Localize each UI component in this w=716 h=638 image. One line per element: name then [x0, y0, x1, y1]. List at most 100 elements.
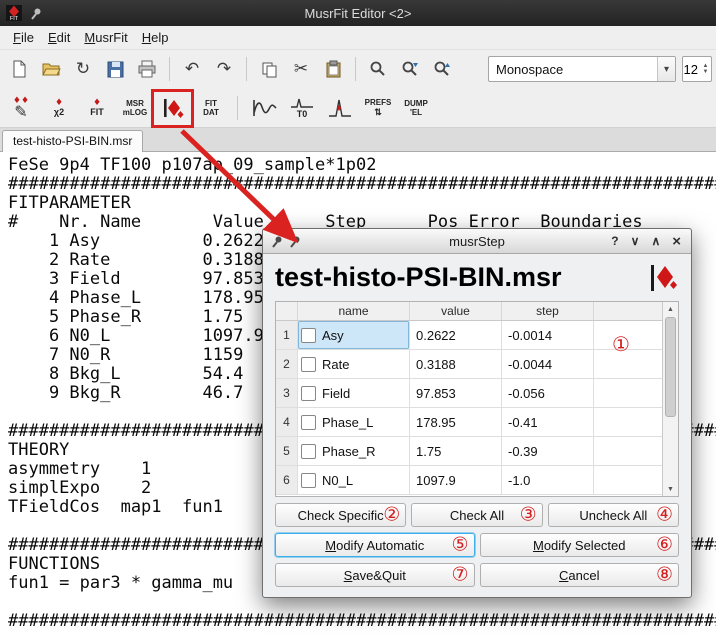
diamond-icon: ♦	[93, 99, 101, 107]
table-row[interactable]: 6N0_L1097.9-1.0	[276, 466, 662, 495]
font-family-combobox[interactable]: Monospace ▾	[488, 56, 676, 82]
dialog-titlebar[interactable]: musrStep ? ∨ ∧ ×	[263, 229, 691, 254]
row-number-cell[interactable]: 3	[276, 379, 298, 407]
editor-line: ########################################…	[8, 612, 716, 631]
header-name[interactable]: name	[298, 302, 410, 320]
header-step[interactable]: step	[502, 302, 594, 320]
row-number-cell[interactable]: 1	[276, 321, 298, 349]
msr2data-button[interactable]: FIT DAT	[194, 90, 228, 126]
pin-icon[interactable]	[288, 235, 301, 248]
modify-automatic-button[interactable]: Modify Automatic ⑤	[275, 533, 475, 557]
checkbox[interactable]	[301, 444, 316, 459]
tab-msr-file[interactable]: test-histo-PSI-BIN.msr	[2, 130, 143, 152]
uncheck-all-button[interactable]: Uncheck All ④	[548, 503, 679, 527]
check-specific-button[interactable]: Check Specific ②	[275, 503, 406, 527]
help-button[interactable]: ?	[611, 235, 618, 247]
find-prev-button[interactable]	[427, 54, 457, 84]
menu-musrfit[interactable]: MusrFit	[77, 27, 134, 48]
scroll-up-icon[interactable]: ▲	[663, 302, 678, 316]
pin-icon[interactable]	[270, 235, 283, 248]
checkbox[interactable]	[301, 415, 316, 430]
open-file-button[interactable]	[36, 54, 66, 84]
msr-editor-button[interactable]: ♦♦ ✎	[4, 90, 38, 126]
copy-button[interactable]	[254, 54, 284, 84]
shade-down-icon[interactable]: ∨	[631, 235, 640, 247]
table-row[interactable]: 3Field97.853-0.056	[276, 379, 662, 408]
param-name-cell[interactable]: Rate	[298, 350, 410, 378]
print-button[interactable]	[132, 54, 162, 84]
chevron-down-icon[interactable]: ▾	[657, 57, 675, 81]
main-toolbar: ↻ ↶ ↷ ✂ Monospace ▾ 12 ▲▼	[0, 50, 716, 88]
header-value[interactable]: value	[410, 302, 502, 320]
param-value-cell[interactable]: 1097.9	[410, 466, 502, 494]
row-number-cell[interactable]: 4	[276, 408, 298, 436]
menu-file[interactable]: File	[6, 27, 41, 48]
param-step-cell[interactable]: -0.0044	[502, 350, 594, 378]
param-name-cell[interactable]: Phase_L	[298, 408, 410, 436]
spin-down-icon[interactable]: ▼	[703, 69, 709, 75]
shade-up-icon[interactable]: ∧	[651, 235, 660, 247]
param-value-cell[interactable]: 97.853	[410, 379, 502, 407]
check-all-button[interactable]: Check All ③	[411, 503, 542, 527]
param-value-cell[interactable]: 1.75	[410, 437, 502, 465]
param-value-cell[interactable]: 0.3188	[410, 350, 502, 378]
table-row[interactable]: 4Phase_L178.95-0.41	[276, 408, 662, 437]
redo-button[interactable]: ↷	[209, 54, 239, 84]
reload-button[interactable]: ↻	[68, 54, 98, 84]
undo-button[interactable]: ↶	[177, 54, 207, 84]
annotation-circle-7: ⑦	[451, 566, 468, 585]
param-step-cell[interactable]: -0.056	[502, 379, 594, 407]
menu-help[interactable]: Help	[135, 27, 176, 48]
chisq-button[interactable]: ♦ χ2	[42, 90, 76, 126]
header-empty	[594, 302, 662, 320]
row-number-cell[interactable]: 6	[276, 466, 298, 494]
param-step-cell[interactable]: -0.0014	[502, 321, 594, 349]
checkbox[interactable]	[301, 357, 316, 372]
save-button[interactable]	[100, 54, 130, 84]
close-icon[interactable]: ×	[672, 234, 681, 249]
paste-button[interactable]	[318, 54, 348, 84]
param-step-cell[interactable]: -1.0	[502, 466, 594, 494]
checkbox[interactable]	[301, 386, 316, 401]
param-name-cell[interactable]: Phase_R	[298, 437, 410, 465]
row-number-cell[interactable]: 2	[276, 350, 298, 378]
row-number-cell[interactable]: 5	[276, 437, 298, 465]
prefs-button[interactable]: PREFS ⇅	[361, 90, 395, 126]
save-quit-button[interactable]: Save&Quit ⑦	[275, 563, 475, 587]
param-value-cell[interactable]: 178.95	[410, 408, 502, 436]
dump-button[interactable]: DUMP 'EL	[399, 90, 433, 126]
table-row[interactable]: 1Asy0.2622-0.0014	[276, 321, 662, 350]
msr2mlog-button[interactable]: MSR mLOG	[118, 90, 152, 126]
table-row[interactable]: 2Rate0.3188-0.0044	[276, 350, 662, 379]
param-name-cell[interactable]: Field	[298, 379, 410, 407]
param-step-cell[interactable]: -0.39	[502, 437, 594, 465]
search-button[interactable]	[363, 54, 393, 84]
checkbox[interactable]	[301, 473, 316, 488]
param-name-cell[interactable]: N0_L	[298, 466, 410, 494]
param-value-cell[interactable]: 0.2622	[410, 321, 502, 349]
new-file-button[interactable]	[4, 54, 34, 84]
font-size-spinbox[interactable]: 12 ▲▼	[682, 56, 712, 82]
param-name-cell[interactable]: Asy	[298, 321, 410, 349]
cancel-button[interactable]: Cancel ⑧	[480, 563, 680, 587]
musrt0-button[interactable]: T0	[285, 90, 319, 126]
scrollbar-thumb[interactable]	[665, 317, 676, 417]
musrview-t0-button[interactable]	[323, 90, 357, 126]
pin-icon[interactable]	[29, 7, 42, 20]
musrstep-button[interactable]	[156, 90, 190, 126]
spin-arrows[interactable]: ▲▼	[700, 63, 711, 75]
checkbox[interactable]	[301, 328, 316, 343]
param-step-cell[interactable]: -0.41	[502, 408, 594, 436]
modify-selected-button[interactable]: Modify Selected ⑥	[480, 533, 680, 557]
param-name-label: Phase_R	[322, 444, 375, 459]
table-scrollbar[interactable]: ▲ ▼	[662, 302, 678, 496]
find-next-button[interactable]	[395, 54, 425, 84]
fit-button[interactable]: ♦ FIT	[80, 90, 114, 126]
table-row[interactable]: 5 Phase_R 1.75-0.39	[276, 437, 662, 466]
window-titlebar[interactable]: FIT MusrFit Editor <2>	[0, 0, 716, 26]
menu-edit[interactable]: Edit	[41, 27, 77, 48]
scroll-down-icon[interactable]: ▼	[663, 482, 678, 496]
cut-button[interactable]: ✂	[286, 54, 316, 84]
pen-icon: ✎	[14, 105, 27, 119]
musrview-button[interactable]	[247, 90, 281, 126]
